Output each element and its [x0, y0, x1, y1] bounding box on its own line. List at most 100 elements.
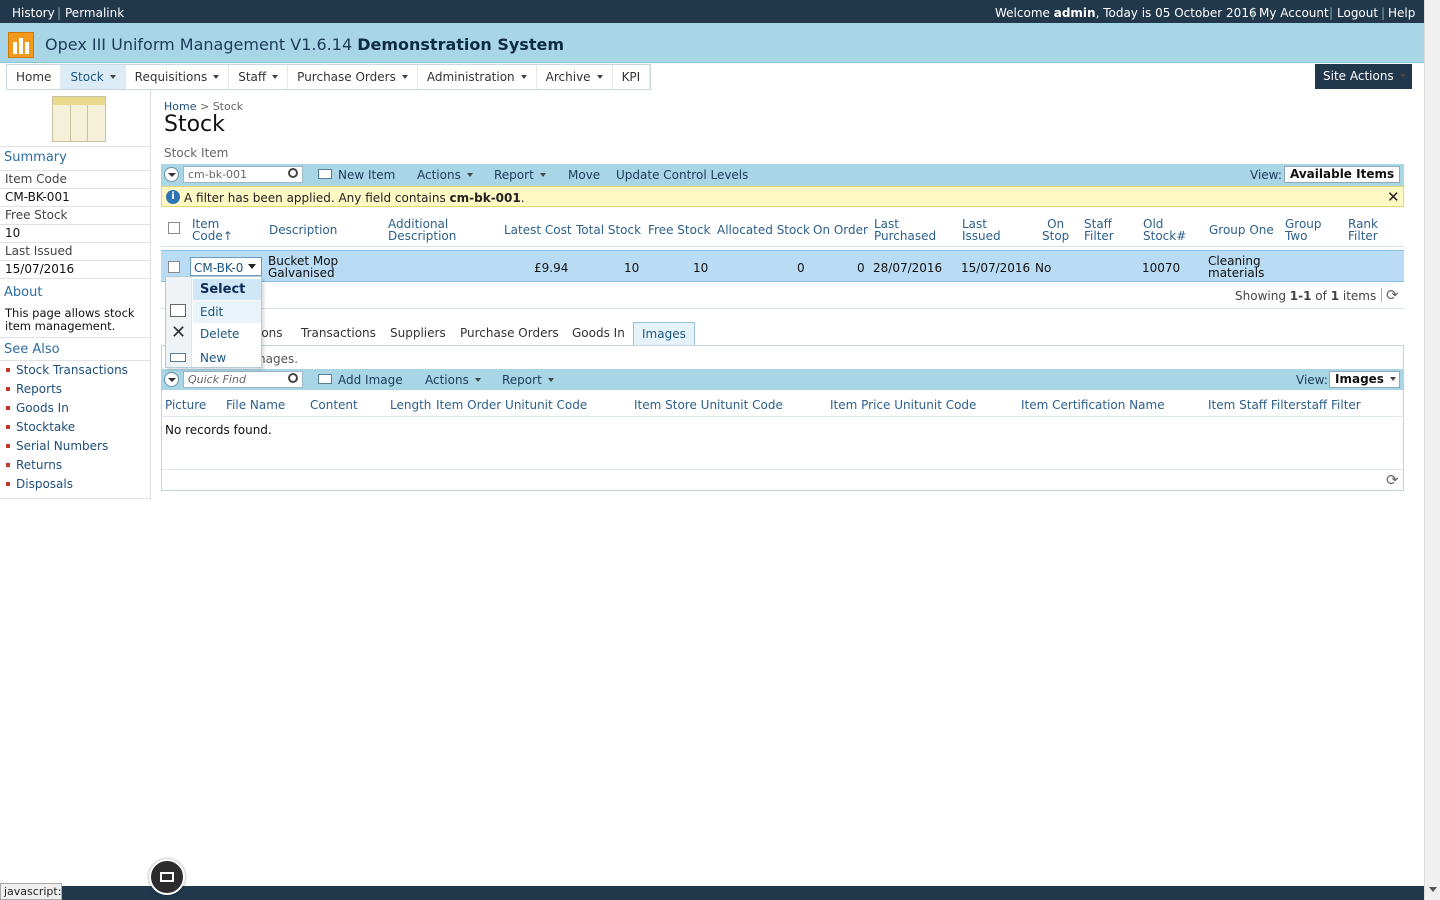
help-link[interactable]: Help — [1388, 6, 1415, 20]
row-checkbox[interactable] — [168, 261, 180, 273]
col-old-stock[interactable]: Old Stock# — [1143, 218, 1186, 242]
new-item-button[interactable]: New Item — [338, 168, 395, 182]
col-certification[interactable]: Item Certification Name — [1021, 399, 1165, 411]
menu-edit[interactable]: Edit — [200, 305, 223, 319]
col-staff-filter[interactable]: Staff Filter — [1084, 218, 1114, 242]
refresh-icon[interactable]: ⟳ — [1386, 286, 1399, 304]
images-view-select[interactable]: Images — [1329, 371, 1400, 388]
item-code-label: Item Code — [5, 172, 67, 186]
report-menu[interactable]: Report — [494, 168, 546, 182]
collapse-toggle-icon[interactable] — [164, 372, 179, 387]
link-stock-transactions[interactable]: Stock Transactions — [6, 363, 128, 377]
link-stocktake[interactable]: Stocktake — [6, 420, 75, 434]
menu-new[interactable]: New — [200, 351, 226, 365]
link-disposals[interactable]: Disposals — [6, 477, 73, 491]
col-latest-cost[interactable]: Latest Cost — [504, 224, 572, 236]
col-content[interactable]: Content — [310, 399, 358, 411]
tab-purchase-orders[interactable]: Purchase Orders — [460, 322, 559, 345]
add-image-button[interactable]: Add Image — [338, 373, 403, 387]
link-reports[interactable]: Reports — [6, 382, 62, 396]
collapse-toggle-icon[interactable] — [164, 167, 179, 182]
summary-heading: Summary — [4, 150, 67, 165]
link-serial-numbers[interactable]: Serial Numbers — [6, 439, 108, 453]
col-store-unit[interactable]: Item Store Unitunit Code — [634, 399, 783, 411]
col-length[interactable]: Length — [390, 399, 431, 411]
history-link[interactable]: History — [12, 6, 55, 20]
chevron-down-icon[interactable] — [248, 264, 256, 269]
left-panel: Summary Item Code CM-BK-001 Free Stock 1… — [0, 90, 151, 500]
nav-administration[interactable]: Administration — [418, 65, 537, 89]
col-group-two[interactable]: Group Two — [1285, 218, 1322, 242]
update-control-levels-button[interactable]: Update Control Levels — [616, 168, 748, 182]
my-account-link[interactable]: My Account — [1259, 6, 1329, 20]
images-report-menu[interactable]: Report — [502, 373, 554, 387]
menu-delete[interactable]: Delete — [200, 327, 239, 341]
row-free-stock: 10 — [693, 261, 709, 275]
site-actions-button[interactable]: Site Actions — [1315, 64, 1412, 89]
col-group-one[interactable]: Group One — [1209, 224, 1274, 236]
col-order-unit[interactable]: Item Order Unitunit Code — [436, 399, 587, 411]
col-last-issued[interactable]: Last Issued — [962, 218, 1001, 242]
tab-suppliers[interactable]: Suppliers — [390, 322, 446, 345]
search-icon[interactable] — [288, 168, 298, 178]
link-returns[interactable]: Returns — [6, 458, 62, 472]
nav-home[interactable]: Home — [7, 65, 62, 89]
images-quick-find-input[interactable]: Quick Find — [183, 371, 303, 388]
col-last-purchased[interactable]: Last Purchased — [874, 218, 936, 242]
info-icon: i — [166, 190, 180, 204]
permalink-link[interactable]: Permalink — [65, 6, 124, 20]
add-image-icon — [318, 374, 332, 384]
col-file-name[interactable]: File Name — [226, 399, 285, 411]
col-staff-filter[interactable]: Item Staff Filterstaff Filter — [1208, 399, 1361, 411]
col-free-stock[interactable]: Free Stock — [648, 224, 711, 236]
nav-purchase-orders[interactable]: Purchase Orders — [288, 65, 418, 89]
col-rank-filter[interactable]: Rank Filter — [1348, 218, 1378, 242]
nav-requisitions[interactable]: Requisitions — [126, 65, 230, 89]
nav-kpi[interactable]: KPI — [613, 65, 651, 89]
tab-images[interactable]: Images — [633, 322, 695, 345]
table-row[interactable]: CM-BK-0 Bucket Mop Galvanised £9.94 10 10… — [161, 250, 1404, 282]
empty-message: No records found. — [165, 423, 272, 437]
col-on-stop[interactable]: On Stop — [1042, 218, 1069, 242]
divider: | — [57, 6, 62, 20]
mail-icon[interactable] — [149, 859, 185, 895]
nav-stock[interactable]: Stock — [61, 65, 126, 89]
row-last-purchased: 28/07/2016 — [873, 261, 943, 275]
app-logo-icon[interactable] — [8, 32, 34, 58]
col-item-code[interactable]: Item Code↑ — [192, 218, 233, 242]
images-actions-menu[interactable]: Actions — [425, 373, 481, 387]
actions-menu[interactable]: Actions — [417, 168, 473, 182]
col-total-stock[interactable]: Total Stock — [576, 224, 641, 236]
tab-goods-in[interactable]: Goods In — [572, 322, 625, 345]
col-allocated-stock[interactable]: Allocated Stock — [717, 224, 810, 236]
nav-staff[interactable]: Staff — [229, 65, 289, 89]
about-text: This page allows stock — [5, 306, 135, 320]
filter-value: cm-bk-001 — [449, 191, 521, 205]
col-description[interactable]: Description — [269, 224, 337, 236]
close-filter-icon[interactable]: ✕ — [1387, 188, 1400, 206]
refresh-icon[interactable]: ⟳ — [1386, 471, 1399, 489]
move-button[interactable]: Move — [568, 168, 600, 182]
link-goods-in[interactable]: Goods In — [6, 401, 69, 415]
tab-description: nages. — [258, 352, 299, 366]
row-item-code-button[interactable]: CM-BK-0 — [190, 257, 262, 276]
nav-archive[interactable]: Archive — [537, 65, 613, 89]
filter-notice: i A filter has been applied. Any field c… — [161, 186, 1404, 207]
vertical-scrollbar[interactable] — [1424, 0, 1440, 900]
app-title: Opex III Uniform Management V1.6.14 Demo… — [45, 35, 564, 54]
col-additional-description[interactable]: Additional Description — [388, 218, 456, 242]
search-icon[interactable] — [288, 373, 298, 383]
tab-transactions[interactable]: Transactions — [301, 322, 376, 345]
quick-find-input[interactable]: cm-bk-001 — [183, 166, 303, 183]
col-price-unit[interactable]: Item Price Unitunit Code — [830, 399, 976, 411]
col-on-order[interactable]: On Order — [813, 224, 868, 236]
last-issued-value: 15/07/2016 — [5, 262, 75, 276]
select-all-checkbox[interactable] — [168, 222, 180, 234]
free-stock-value: 10 — [5, 226, 21, 240]
scroll-down-icon[interactable] — [1429, 887, 1437, 892]
pager-info: Showing 1-1 of 1 items — [1235, 289, 1377, 303]
logout-link[interactable]: Logout — [1337, 6, 1378, 20]
view-select[interactable]: Available Items — [1284, 166, 1400, 183]
col-picture[interactable]: Picture — [165, 399, 206, 411]
menu-select[interactable]: Select — [200, 282, 245, 297]
